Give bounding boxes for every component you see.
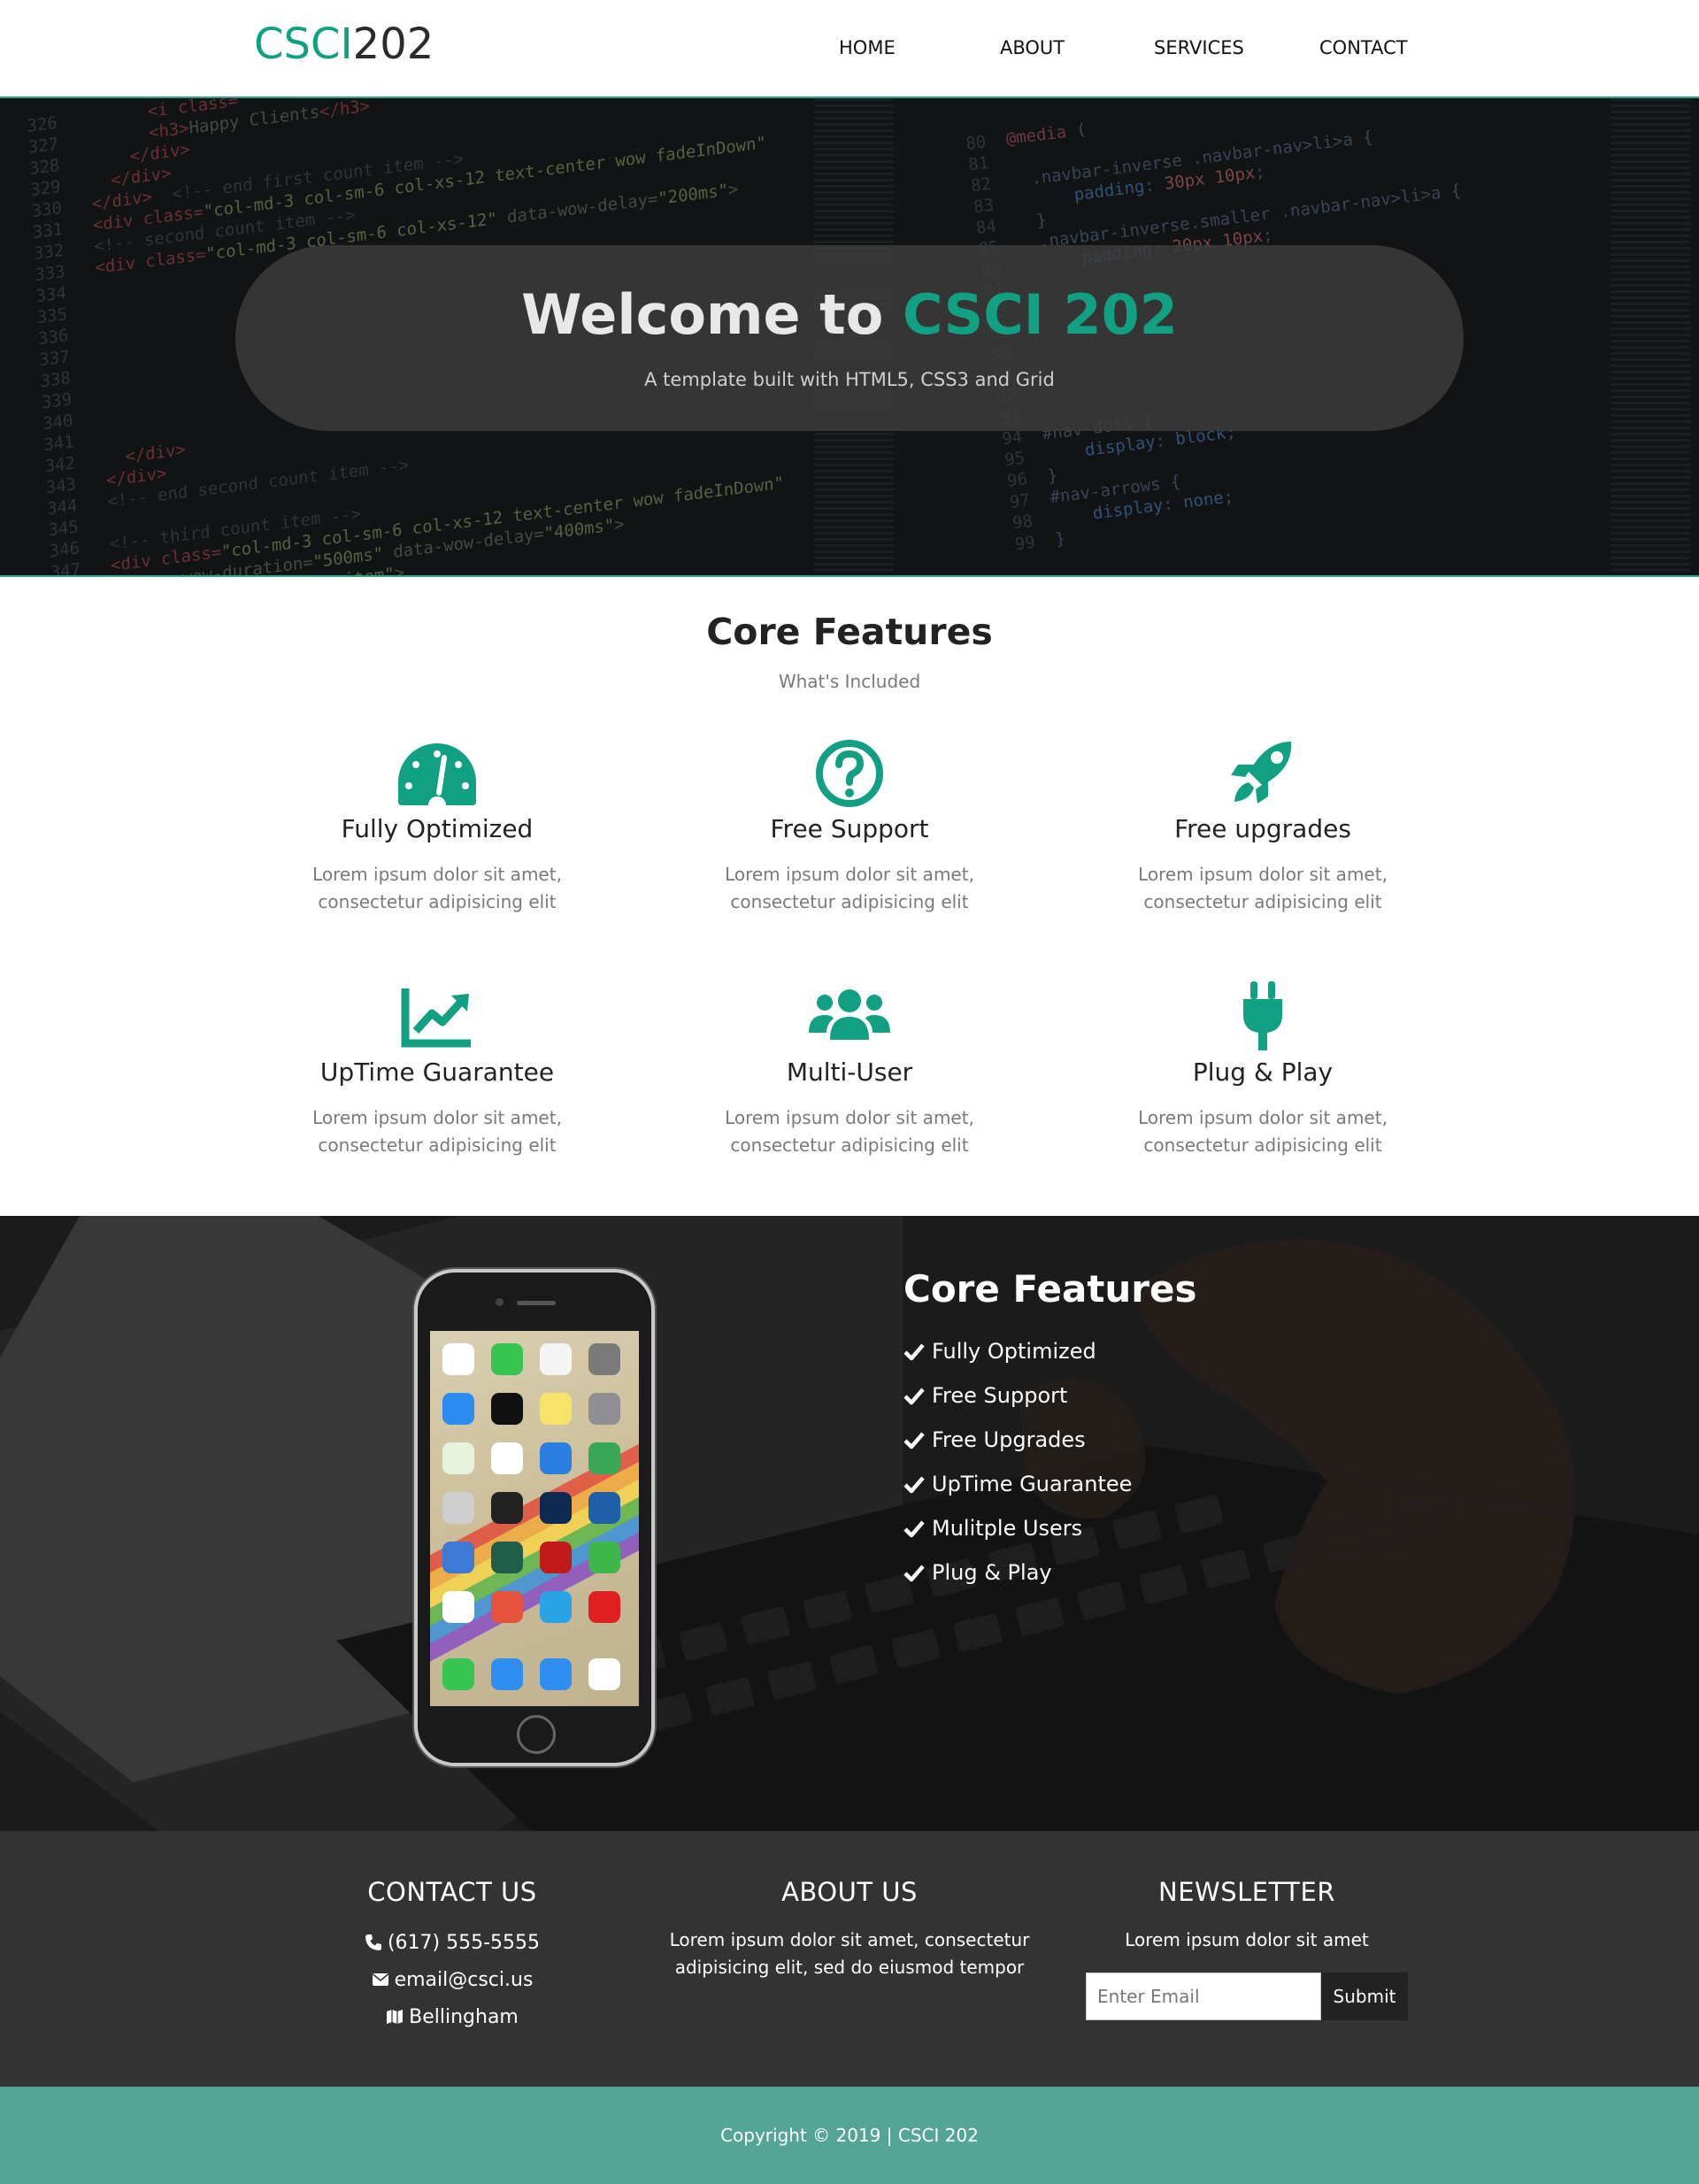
about-text: Lorem ipsum dolor sit amet, consectetur … [669,1929,1030,1978]
contact-email-text[interactable]: email@csci.us [395,1969,534,1991]
about-column: ABOUT US Lorem ipsum dolor sit amet, con… [646,1877,1053,1981]
feature-description: Lorem ipsum dolor sit amet, consectetur … [1138,1107,1388,1156]
checklist-item: Mulitple Users [903,1506,1132,1550]
newsletter-title: NEWSLETTER [1158,1877,1335,1907]
feature-card: UpTime Guarantee Lorem ipsum dolor sit a… [242,981,632,1159]
contact-location-text: Bellingham [409,2005,519,2028]
features-section: Core Features What's Included Fully Opti… [0,579,1699,1216]
nav-menu: HOME ABOUT SERVICES CONTACT [0,37,1699,64]
feature-name: Plug & Play [1192,1057,1334,1087]
hero-title: Welcome to CSCI 202 [235,282,1464,347]
features-title: Core Features [706,611,993,653]
checklist-item: Free Support [903,1373,1132,1418]
feature-name: Free Support [770,814,929,843]
navbar: CSCI202 HOME ABOUT SERVICES CONTACT [0,0,1699,98]
nav-services[interactable]: SERVICES [1154,37,1244,58]
check-icon [903,1388,925,1405]
showcase-title: Core Features [903,1267,1197,1311]
feature-description: Lorem ipsum dolor sit amet, consectetur … [725,864,974,912]
envelope-icon [372,1973,388,1986]
feature-card: Free upgrades Lorem ipsum dolor sit amet… [1068,738,1457,916]
checklist-label: Mulitple Users [932,1516,1083,1541]
plug-icon [1243,981,1282,1050]
feature-card: Free Support Lorem ipsum dolor sit amet,… [655,738,1044,916]
nav-home[interactable]: HOME [839,37,896,58]
feature-description: Lorem ipsum dolor sit amet, consectetur … [312,1107,562,1156]
features-subtitle: What's Included [778,671,921,692]
nav-contact[interactable]: CONTACT [1319,37,1408,58]
hero-section: 326 <i class= 327 <h3>Happy Clients</h3>… [0,98,1699,577]
checklist-label: Plug & Play [932,1560,1052,1585]
feature-card: Plug & Play Lorem ipsum dolor sit amet, … [1068,981,1457,1159]
submit-button[interactable]: Submit [1321,1973,1408,2020]
check-icon [903,1520,925,1538]
hero-panel: Welcome to CSCI 202 A template built wit… [235,245,1464,431]
check-icon [903,1476,925,1494]
feature-checklist: Fully Optimized Free Support Free Upgrad… [903,1329,1132,1595]
checklist-item: Fully Optimized [903,1329,1132,1373]
hero-title-prefix: Welcome to [521,282,884,347]
feature-card: Fully Optimized Lorem ipsum dolor sit am… [242,738,632,916]
nav-about[interactable]: ABOUT [1000,37,1065,58]
laptop-background-image [0,1216,1699,1831]
feature-name: Multi-User [786,1057,913,1087]
checklist-item: UpTime Guarantee [903,1462,1132,1506]
feature-name: Free upgrades [1174,814,1351,843]
contact-column: CONTACT US (617) 555-5555 email@csci.us … [249,1877,656,2029]
checklist-label: Free Support [932,1383,1068,1408]
checklist-item: Plug & Play [903,1550,1132,1595]
contact-location: Bellingham [249,2004,656,2029]
checklist-label: Free Upgrades [932,1427,1086,1452]
newsletter-column: NEWSLETTER Lorem ipsum dolor sit amet [1043,1877,1450,1954]
feature-name: UpTime Guarantee [319,1057,555,1087]
feature-card: Multi-User Lorem ipsum dolor sit amet, c… [655,981,1044,1159]
check-icon [903,1565,925,1582]
check-icon [903,1343,925,1361]
newsletter-text: Lorem ipsum dolor sit amet [1125,1929,1369,1950]
phone-mockup-image [414,1269,655,1766]
showcase-section: Core Features Fully Optimized Free Suppo… [0,1216,1699,1831]
contact-email: email@csci.us [249,1967,656,1992]
newsletter-form: Submit [1086,1973,1408,2020]
feature-description: Lorem ipsum dolor sit amet, consectetur … [725,1107,974,1156]
users-icon [809,989,890,1040]
question-circle-icon [816,740,883,807]
check-icon [903,1432,925,1450]
contact-phone: (617) 555-5555 [249,1930,656,1955]
rocket-icon [1231,742,1292,804]
contact-title: CONTACT US [367,1877,537,1907]
checklist-item: Free Upgrades [903,1418,1132,1462]
feature-description: Lorem ipsum dolor sit amet, consectetur … [312,864,562,912]
checklist-label: Fully Optimized [932,1339,1096,1364]
contact-phone-text: (617) 555-5555 [387,1931,541,1954]
hero-title-accent: CSCI 202 [903,282,1178,347]
about-title: ABOUT US [781,1877,918,1907]
phone-icon [365,1934,381,1950]
email-input[interactable] [1086,1973,1321,2020]
chart-line-icon [401,988,471,1048]
checklist-label: UpTime Guarantee [932,1472,1133,1496]
feature-description: Lorem ipsum dolor sit amet, consectetur … [1138,864,1388,912]
footer: CONTACT US (617) 555-5555 email@csci.us … [0,1831,1699,2087]
feature-name: Fully Optimized [341,814,534,843]
hero-subtitle: A template built with HTML5, CSS3 and Gr… [644,369,1055,390]
map-icon [387,2010,404,2024]
copyright-bar: Copyright © 2019 | CSCI 202 [0,2087,1699,2184]
speedometer-icon [398,743,476,805]
